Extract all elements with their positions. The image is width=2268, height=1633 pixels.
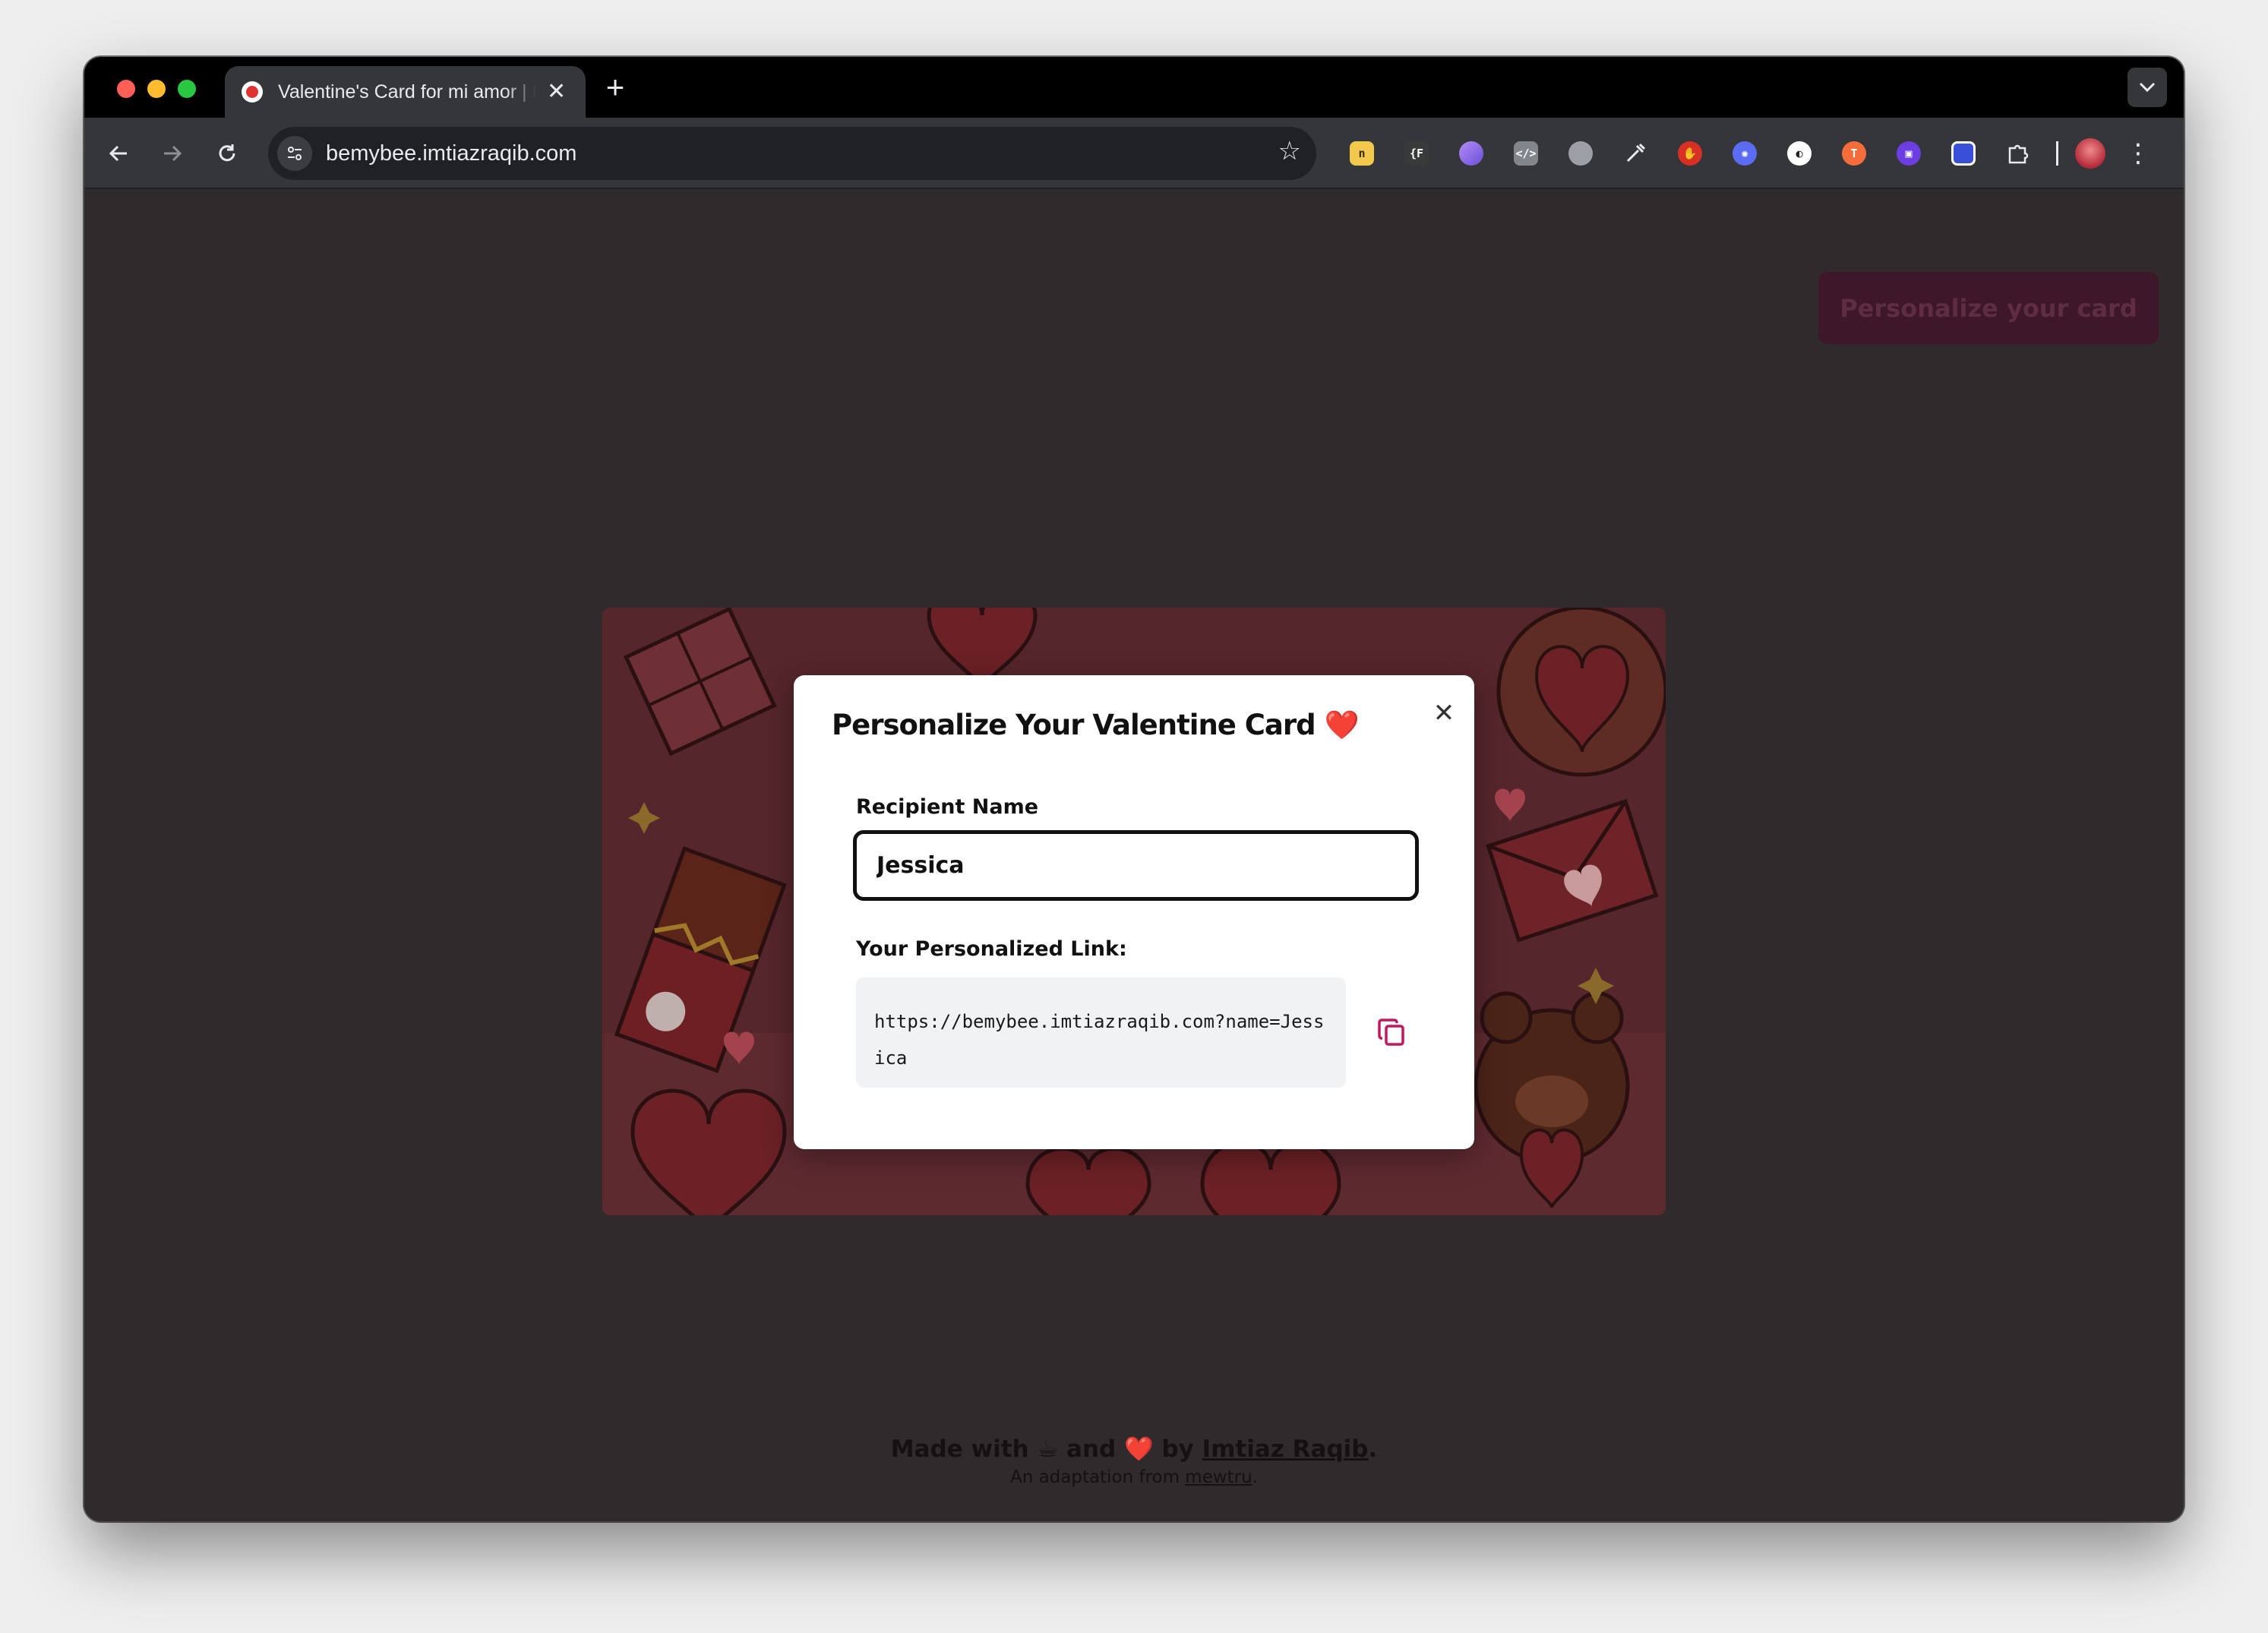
heart-icon: ❤️ (1124, 1436, 1154, 1463)
code-view-icon[interactable]: </> (1506, 134, 1546, 173)
personalized-link-label: Your Personalized Link: (856, 937, 1127, 961)
chevron-down-icon (2139, 82, 2156, 93)
extensions-puzzle-icon (2008, 144, 2029, 164)
author-link[interactable]: Imtiaz Raqib (1202, 1436, 1369, 1463)
white-circle-icon[interactable]: ◐ (1780, 134, 1819, 173)
arrow-right-icon (164, 145, 182, 162)
footer-adaptation-text: An adaptation from (1009, 1467, 1180, 1487)
source-link[interactable]: mewtru (1185, 1467, 1252, 1487)
address-bar[interactable]: bemybee.imtiazraqib.com ☆ (268, 127, 1316, 180)
tab-strip: Valentine's Card for mi amor | Imtiaz Ra… (84, 57, 2184, 118)
tab-close-icon[interactable]: ✕ (547, 81, 566, 103)
hand-stop-icon[interactable]: ✋ (1670, 134, 1710, 173)
tab-title: Valentine's Card for mi amor | Imtiaz Ra… (278, 81, 536, 103)
reload-button[interactable] (208, 134, 246, 172)
screen-capture-icon[interactable] (1944, 134, 1983, 173)
browser-menu-icon[interactable]: ⋮ (2125, 138, 2151, 169)
modal-title: Personalize Your Valentine Card ❤️ (832, 709, 1360, 741)
json-formatter-icon[interactable]: {F (1397, 134, 1436, 173)
minimize-window-button[interactable] (147, 80, 166, 98)
footer-period: . (1368, 1436, 1378, 1463)
footer-by: by (1161, 1436, 1194, 1463)
recipient-name-input[interactable] (853, 830, 1419, 901)
tune-icon (288, 147, 302, 160)
bookmark-star-icon[interactable]: ☆ (1278, 136, 1301, 166)
personalize-modal: Personalize Your Valentine Card ❤️ ✕ Rec… (794, 675, 1474, 1149)
folder-extension-icon[interactable]: n (1342, 134, 1382, 173)
arrow-left-icon (109, 145, 127, 162)
personalized-link-text: https://bemybee.imtiazraqib.com?name=Jes… (856, 978, 1346, 1088)
new-tab-button[interactable]: + (597, 69, 633, 106)
footer-and: and (1066, 1436, 1117, 1463)
toolbar-divider (2056, 141, 2058, 166)
purple-drop-icon[interactable] (1451, 134, 1491, 173)
browser-toolbar: bemybee.imtiazraqib.com ☆ n {F </> ✋ ✺ ◐… (84, 118, 2184, 189)
footer-made-with: Made with (890, 1436, 1029, 1463)
copy-button[interactable] (1371, 1009, 1412, 1055)
camera-icon[interactable] (1561, 134, 1600, 173)
copy-icon (1378, 1019, 1404, 1046)
close-window-button[interactable] (117, 80, 135, 98)
reload-icon (219, 144, 235, 162)
eyedropper-glyph-icon (1626, 143, 1646, 163)
heart-favicon-icon (242, 81, 263, 103)
page-viewport: Personalize your card Personalize Your V… (84, 189, 2184, 1521)
blue-gear-icon[interactable]: ✺ (1725, 134, 1764, 173)
back-button[interactable] (100, 134, 137, 172)
tab-search-button[interactable] (2127, 68, 2167, 107)
page-footer: Made with ☕ and ❤️ by Imtiaz Raqib. An a… (84, 1435, 2184, 1487)
purple-square-icon[interactable]: ▣ (1889, 134, 1928, 173)
site-info-icon[interactable] (277, 136, 312, 171)
orange-t-icon[interactable]: T (1834, 134, 1874, 173)
active-tab[interactable]: Valentine's Card for mi amor | Imtiaz Ra… (225, 66, 586, 118)
coffee-icon: ☕ (1037, 1436, 1059, 1463)
forward-button[interactable] (153, 134, 191, 172)
maximize-window-button[interactable] (178, 80, 196, 98)
footer-period-2: . (1252, 1467, 1259, 1487)
browser-window: Valentine's Card for mi amor | Imtiaz Ra… (84, 57, 2184, 1521)
footer-adaptation: An adaptation from mewtru. (84, 1467, 2184, 1487)
eyedropper-icon[interactable] (1616, 134, 1655, 173)
close-icon[interactable]: ✕ (1429, 698, 1459, 728)
puzzle-icon[interactable] (1998, 134, 2038, 173)
profile-avatar[interactable] (2075, 138, 2105, 169)
recipient-name-label: Recipient Name (856, 795, 1039, 819)
url-text: bemybee.imtiazraqib.com (326, 141, 577, 166)
footer-credit: Made with ☕ and ❤️ by Imtiaz Raqib. (84, 1435, 2184, 1463)
extensions-row: n {F </> ✋ ✺ ◐ T ▣ ⋮ (1342, 134, 2151, 173)
